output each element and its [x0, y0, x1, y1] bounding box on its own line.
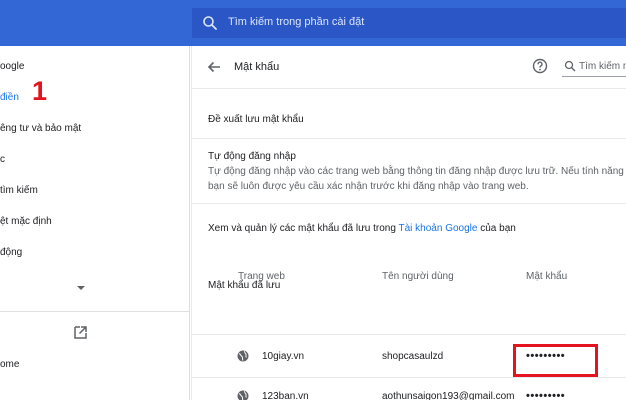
row-site: 10giay.vn — [262, 351, 305, 362]
globe-icon — [237, 350, 249, 362]
sidebar-item-default-browser[interactable]: ệt mặc định — [0, 216, 52, 227]
divider — [192, 203, 626, 204]
sidebar-item-google[interactable]: oogle — [0, 61, 24, 72]
manage-text-prefix: Xem và quản lý các mật khẩu đã lưu trong — [208, 223, 399, 234]
auto-signin-description: Tự động đăng nhập vào các trang web bằng… — [208, 166, 626, 177]
search-icon — [564, 60, 576, 72]
row-password: ••••••••• — [526, 390, 566, 400]
divider — [192, 88, 626, 89]
sidebar-item-home[interactable]: ome — [0, 359, 19, 370]
google-account-link[interactable]: Tài khoản Google — [399, 223, 478, 234]
row-username: shopcasaulzd — [382, 351, 444, 362]
help-icon[interactable] — [532, 58, 548, 74]
card-header: Mật khẩu Tìm kiếm m — [192, 46, 626, 88]
highlight-box — [513, 344, 598, 377]
top-bar: Tìm kiếm trong phần cài đặt — [0, 0, 626, 46]
auto-signin-description-2: bạn sẽ luôn được yêu cầu xác nhận trước … — [208, 181, 529, 192]
back-arrow-icon[interactable] — [206, 59, 222, 75]
column-header-username: Tên người dùng — [382, 271, 454, 282]
settings-search-placeholder: Tìm kiếm trong phần cài đặt — [228, 16, 365, 28]
offer-to-save-label[interactable]: Đề xuất lưu mật khẩu — [208, 114, 304, 125]
table-divider — [192, 377, 626, 378]
table-divider — [192, 334, 626, 335]
settings-search-box[interactable]: Tìm kiếm trong phần cài đặt — [192, 8, 626, 38]
page-title: Mật khẩu — [234, 61, 280, 73]
row-site: 123ban.vn — [262, 391, 309, 400]
chevron-down-icon[interactable] — [77, 286, 85, 290]
globe-icon — [237, 390, 249, 400]
search-icon — [203, 16, 217, 30]
row-username: aothunsaigon193@gmail.com — [382, 391, 515, 400]
sidebar-item-on-startup[interactable]: động — [0, 247, 22, 258]
sidebar-item-appearance[interactable]: c — [0, 154, 5, 165]
password-search-placeholder: Tìm kiếm m — [579, 61, 626, 72]
sidebar: oogle điền êng tư và bảo mật c tìm kiếm … — [0, 46, 190, 400]
column-header-password: Mật khẩu — [526, 271, 568, 282]
password-search-input[interactable]: Tìm kiếm m — [562, 57, 626, 77]
auto-signin-title[interactable]: Tự động đăng nhập — [208, 151, 296, 162]
manage-text-suffix: của bạn — [477, 223, 516, 234]
sidebar-item-search-engine[interactable]: tìm kiếm — [0, 185, 38, 196]
annotation-number: 1 — [32, 76, 48, 106]
sidebar-item-privacy-security[interactable]: êng tư và bảo mật — [0, 123, 81, 134]
sidebar-divider — [0, 311, 190, 312]
external-link-icon[interactable] — [74, 326, 87, 339]
column-header-site: Trang web — [238, 271, 285, 282]
divider — [192, 138, 626, 139]
manage-passwords-text: Xem và quản lý các mật khẩu đã lưu trong… — [208, 223, 516, 234]
sidebar-item-autofill[interactable]: điền — [0, 92, 19, 103]
